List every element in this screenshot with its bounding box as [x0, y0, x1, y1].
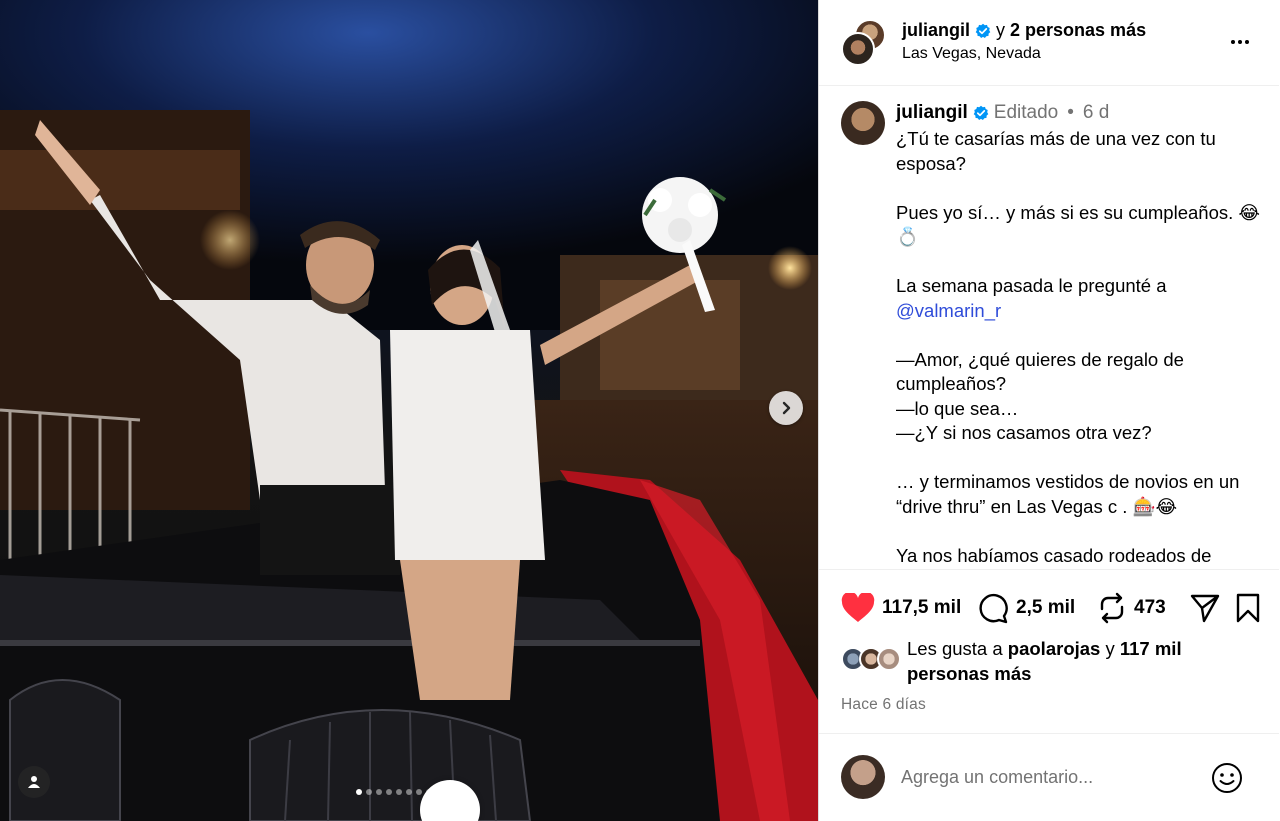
- likes-summary: Les gusta a paolarojas y 117 mil persona…: [841, 636, 1271, 688]
- caption-line: —Amor, ¿qué quieres de regalo de cumplea…: [896, 348, 1190, 395]
- share-icon: [1190, 594, 1220, 623]
- like-button[interactable]: 117,5 mil: [841, 590, 961, 626]
- carousel-dot: [386, 789, 392, 795]
- mention-link[interactable]: @valmarin_r: [896, 300, 1001, 321]
- avatar: [877, 647, 901, 671]
- carousel-dot: [416, 789, 422, 795]
- likes-prefix: Les gusta a: [907, 638, 1003, 659]
- comment-count[interactable]: 2,5 mil: [1016, 597, 1075, 619]
- repost-count[interactable]: 473: [1134, 597, 1166, 619]
- caption-username-link[interactable]: juliangil: [896, 102, 968, 124]
- comment-button[interactable]: 2,5 mil: [977, 590, 1075, 626]
- post-media[interactable]: [0, 0, 818, 821]
- current-user-avatar: [841, 755, 885, 799]
- caption-header: juliangil Editado • 6 d: [896, 102, 1109, 124]
- verified-badge-icon: [975, 23, 991, 38]
- wedding-photo: [0, 0, 818, 821]
- like-count[interactable]: 117,5 mil: [882, 597, 961, 619]
- tagged-user-icon: [28, 776, 40, 788]
- save-icon: [1236, 593, 1260, 623]
- post-date[interactable]: Hace 6 días: [841, 696, 926, 714]
- liker-avatars: [841, 647, 905, 673]
- likes-conj: y: [1105, 638, 1115, 659]
- carousel-dot: [366, 789, 372, 795]
- carousel-indicator: [0, 789, 818, 795]
- save-button[interactable]: [1235, 590, 1261, 626]
- coauthors-conjunction: y: [996, 20, 1006, 40]
- caption-line: ¿Tú te casarías más de una vez con tu es…: [896, 128, 1221, 174]
- separator-dot: •: [1067, 102, 1074, 123]
- carousel-dot: [356, 789, 362, 795]
- edited-label: Editado: [993, 102, 1059, 123]
- likes-text: Les gusta a paolarojas y 117 mil persona…: [907, 636, 1237, 686]
- caption-text: ¿Tú te casarías más de una vez con tu es…: [896, 127, 1266, 568]
- more-options-button[interactable]: [1225, 30, 1255, 54]
- caption-line: —lo que sea…: [896, 397, 1019, 419]
- carousel-dot: [406, 789, 412, 795]
- caption-scroll-area[interactable]: juliangil Editado • 6 d ¿Tú te casarías …: [819, 87, 1279, 570]
- verified-badge-icon: [973, 105, 989, 120]
- share-button[interactable]: [1189, 590, 1221, 626]
- location-link[interactable]: Las Vegas, Nevada: [902, 45, 1041, 63]
- caption-line: —¿Y si nos casamos otra vez?: [896, 422, 1152, 443]
- caption-author-avatar[interactable]: [841, 101, 885, 145]
- heart-icon: [841, 593, 875, 622]
- post-time-link[interactable]: 6 d: [1083, 102, 1109, 124]
- more-options-icon: [1231, 40, 1235, 44]
- post-side-panel: juliangil y 2 personas más Las Vegas, Ne…: [818, 0, 1280, 821]
- repost-button[interactable]: 473: [1097, 590, 1166, 626]
- liker-username-link[interactable]: paolarojas: [1008, 638, 1101, 659]
- comment-composer: [819, 733, 1279, 821]
- repost-icon: [1100, 592, 1124, 624]
- author-username-link[interactable]: juliangil: [902, 20, 970, 41]
- carousel-dot: [396, 789, 402, 795]
- post-header: juliangil y 2 personas más Las Vegas, Ne…: [819, 0, 1279, 86]
- caption-line: Pues yo sí… y más si es su cumpleaños. 😂…: [896, 201, 1261, 248]
- caption-line: Ya nos habíamos casado rodeados de: [896, 544, 1212, 566]
- emoji-icon[interactable]: [1211, 762, 1243, 794]
- comment-input[interactable]: [901, 764, 1201, 790]
- action-bar: 117,5 mil 2,5 mil 473: [819, 590, 1279, 630]
- coauthor-avatars[interactable]: [841, 19, 887, 66]
- caption-line: La semana pasada le pregunté a: [896, 275, 1167, 296]
- coauthors-link[interactable]: 2 personas más: [1010, 20, 1146, 41]
- carousel-next-button[interactable]: [769, 391, 803, 425]
- header-authors: juliangil y 2 personas más: [902, 20, 1146, 41]
- comment-icon: [979, 593, 1008, 624]
- avatar: [841, 32, 875, 66]
- caption-line: … y terminamos vestidos de novios en un …: [896, 471, 1245, 517]
- next-arrow-icon: [782, 401, 791, 415]
- carousel-dot: [376, 789, 382, 795]
